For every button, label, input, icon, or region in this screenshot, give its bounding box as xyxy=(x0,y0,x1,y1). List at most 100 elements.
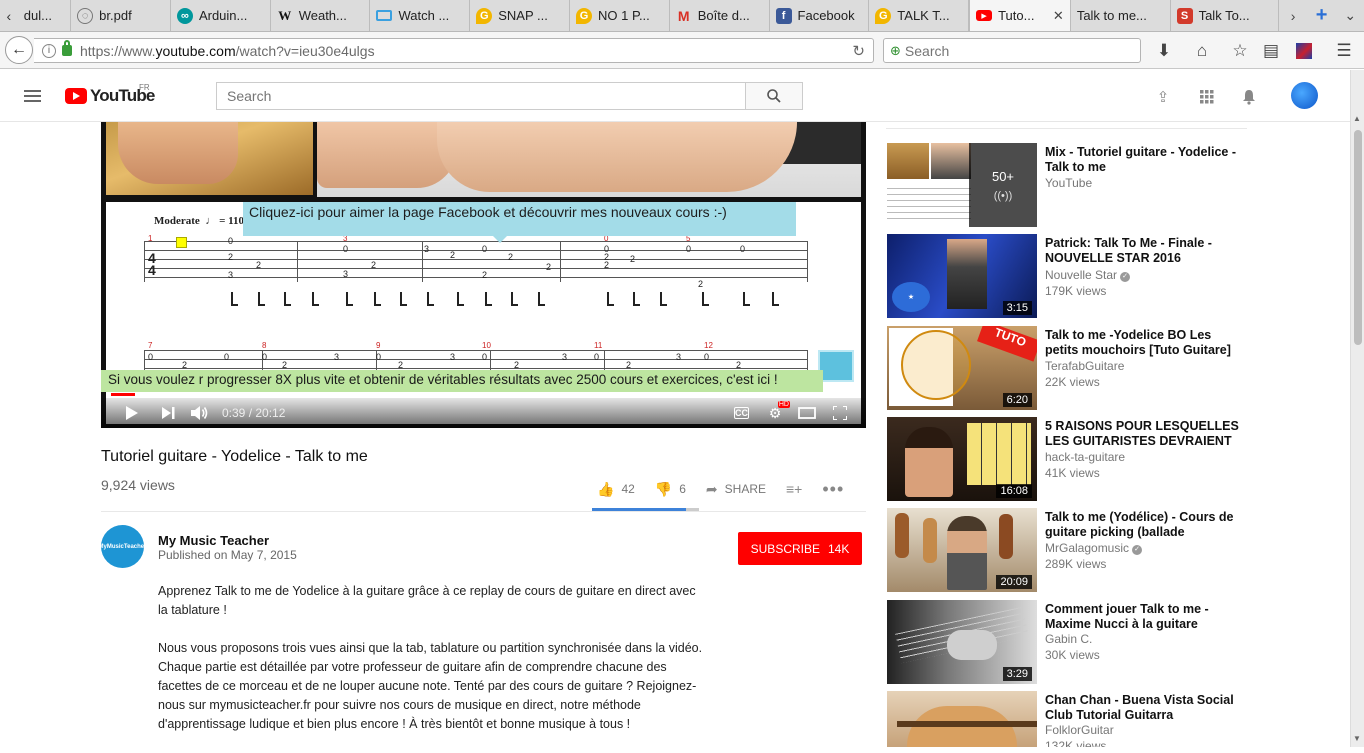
recommendation-thumbnail[interactable]: 16:08 xyxy=(887,417,1037,501)
tab-scroll-right-icon[interactable]: › xyxy=(1279,0,1307,31)
recommendation-channel[interactable]: Nouvelle Star ✓ xyxy=(1045,268,1131,282)
pdf-icon: ◌ xyxy=(77,7,94,24)
video-player[interactable]: Moderate ♩ = 110 44 1 0 2 3 2 30 3 2 3 2… xyxy=(101,122,866,428)
notifications-bell-icon[interactable] xyxy=(1239,87,1259,107)
play-button[interactable] xyxy=(123,403,141,423)
recommendation-item[interactable]: 50+ ((•)) Mix - Tutoriel guitare - Yodel… xyxy=(887,143,1247,227)
recommendation-item[interactable]: TUTO 6:20 Talk to me -Yodelice BO Les pe… xyxy=(887,326,1247,410)
fullscreen-button[interactable] xyxy=(830,403,850,423)
arduino-icon: ∞ xyxy=(176,7,193,24)
list-tabs-icon[interactable]: ⌄ xyxy=(1336,0,1364,31)
mix-overlay: 50+ ((•)) xyxy=(969,143,1037,227)
captions-button[interactable]: CC xyxy=(734,407,749,419)
menu-icon[interactable]: ☰ xyxy=(1333,40,1355,62)
recommendation-thumbnail[interactable]: 50+ ((•)) xyxy=(887,143,1037,227)
download-icon[interactable]: ⬇ xyxy=(1153,40,1175,62)
guide-menu-icon[interactable] xyxy=(24,90,41,105)
recommendation-channel[interactable]: FolklorGuitar xyxy=(1045,723,1114,737)
settings-button[interactable]: ⚙ HD xyxy=(766,401,790,423)
browser-tab[interactable]: ◌ br.pdf xyxy=(71,0,171,31)
channel-name[interactable]: My Music Teacher xyxy=(158,533,269,548)
recommendation-thumbnail[interactable]: 20:09 xyxy=(887,508,1037,592)
browser-tab[interactable]: G NO 1 P... xyxy=(570,0,670,31)
youtube-search-input[interactable] xyxy=(227,88,727,104)
bookmark-star-icon[interactable]: ☆ xyxy=(1229,40,1251,62)
recommendation-channel[interactable]: Gabin C. xyxy=(1045,632,1092,646)
reload-icon[interactable]: ↻ xyxy=(852,42,865,60)
browser-tab[interactable]: Watch ... xyxy=(370,0,471,31)
browser-nav-bar: ← i https://www.youtube.com/watch?v=ieu3… xyxy=(0,32,1364,69)
dislike-button[interactable]: 👎 6 xyxy=(655,481,686,498)
more-actions-button[interactable]: ••• xyxy=(822,479,851,500)
browser-search-bar[interactable]: ⊕ xyxy=(883,38,1141,63)
recommendation-item[interactable]: Chan Chan - Buena Vista Social Club Tuto… xyxy=(887,691,1247,747)
recommendation-channel[interactable]: MrGalagomusic ✓ xyxy=(1045,541,1143,555)
channel-watermark-logo[interactable] xyxy=(818,350,854,382)
browser-tab[interactable]: ∞ Arduin... xyxy=(171,0,271,31)
browser-tab[interactable]: M Boîte d... xyxy=(670,0,770,31)
recommendation-item[interactable]: 16:08 5 RAISONS POUR LESQUELLES LES GUIT… xyxy=(887,417,1247,501)
close-tab-icon[interactable]: ✕ xyxy=(1053,8,1064,24)
search-engine-icon[interactable]: ⊕ xyxy=(890,43,901,59)
recommendation-item[interactable]: 3:29 Comment jouer Talk to me - Maxime N… xyxy=(887,600,1247,684)
recommendation-title[interactable]: 5 RAISONS POUR LESQUELLES LES GUITARISTE… xyxy=(1045,419,1245,449)
recommendation-channel[interactable]: YouTube xyxy=(1045,176,1092,190)
account-avatar[interactable] xyxy=(1291,82,1318,109)
browser-tab[interactable]: f Facebook xyxy=(770,0,870,31)
channel-avatar[interactable]: MyMusicTeacher xyxy=(99,525,146,568)
recommendation-channel[interactable]: TerafabGuitare xyxy=(1045,359,1124,373)
browser-tab[interactable]: G SNAP ... xyxy=(470,0,570,31)
browser-tab[interactable]: W Weath... xyxy=(271,0,371,31)
info-icon[interactable]: i xyxy=(42,43,56,58)
recommendation-thumbnail[interactable]: TUTO 6:20 xyxy=(887,326,1037,410)
facebook-annotation[interactable]: Cliquez-ici pour aimer la page Facebook … xyxy=(243,202,796,243)
scroll-down-icon[interactable]: ▼ xyxy=(1353,734,1361,743)
page-scrollbar[interactable]: ▲ ▼ xyxy=(1350,70,1364,747)
youtube-search-box[interactable] xyxy=(216,82,746,110)
reader-list-icon[interactable]: ▤ xyxy=(1260,40,1282,62)
scrollbar-thumb[interactable] xyxy=(1354,130,1362,345)
recommendation-thumbnail[interactable] xyxy=(887,691,1037,747)
upload-icon[interactable]: ⇪ xyxy=(1153,87,1173,107)
home-icon[interactable]: ⌂ xyxy=(1191,40,1213,62)
recommendation-title[interactable]: Talk to me (Yodélice) - Cours de guitare… xyxy=(1045,510,1245,540)
video-progress-bar[interactable] xyxy=(111,393,856,396)
add-to-playlist-button[interactable]: ≡+ xyxy=(786,481,802,497)
browser-tab[interactable]: Talk to me... xyxy=(1071,0,1171,31)
browser-tab[interactable]: S Talk To... xyxy=(1171,0,1280,31)
browser-tab[interactable]: G TALK T... xyxy=(869,0,970,31)
verified-check-icon: ✓ xyxy=(1120,272,1131,282)
recommendation-title[interactable]: Chan Chan - Buena Vista Social Club Tuto… xyxy=(1045,693,1245,723)
browser-search-input[interactable] xyxy=(904,42,1125,59)
recommendation-item[interactable]: 20:09 Talk to me (Yodélice) - Cours de g… xyxy=(887,508,1247,592)
scroll-up-icon[interactable]: ▲ xyxy=(1353,114,1361,123)
youtube-logo[interactable]: YouTube FR xyxy=(65,83,155,106)
extension-icon[interactable] xyxy=(1293,40,1315,62)
like-button[interactable]: 👍 42 xyxy=(597,481,635,498)
recommendation-channel[interactable]: hack-ta-guitare xyxy=(1045,450,1125,464)
lock-icon[interactable] xyxy=(62,40,72,56)
recommendation-item[interactable]: ★ 3:15 Patrick: Talk To Me - Finale - NO… xyxy=(887,234,1247,318)
recommendation-thumbnail[interactable]: 3:29 xyxy=(887,600,1037,684)
volume-button[interactable] xyxy=(190,403,210,423)
youtube-search-button[interactable] xyxy=(745,82,803,110)
hd-badge: HD xyxy=(777,401,790,408)
apps-grid-icon[interactable] xyxy=(1197,87,1217,107)
recommendation-thumbnail[interactable]: ★ 3:15 xyxy=(887,234,1037,318)
subscribe-button[interactable]: SUBSCRIBE 14K xyxy=(738,532,862,565)
recommendation-title[interactable]: Patrick: Talk To Me - Finale - NOUVELLE … xyxy=(1045,236,1245,266)
recommendation-title[interactable]: Talk to me -Yodelice BO Les petits mouch… xyxy=(1045,328,1245,358)
browser-tab-active[interactable]: ▶ Tuto... ✕ xyxy=(969,0,1071,31)
course-annotation[interactable]: Si vous voulez r progresser 8X plus vite… xyxy=(101,370,823,392)
recommendation-title[interactable]: Mix - Tutoriel guitare - Yodelice - Talk… xyxy=(1045,145,1245,175)
tab-scroll-left-icon[interactable]: ‹ xyxy=(0,0,18,31)
back-button[interactable]: ← xyxy=(5,36,33,64)
description-paragraph: Nous vous proposons trois vues ainsi que… xyxy=(158,641,703,731)
share-button[interactable]: ➦ SHARE xyxy=(706,481,766,498)
browser-tab[interactable]: dul... xyxy=(18,0,72,31)
recommendation-title[interactable]: Comment jouer Talk to me - Maxime Nucci … xyxy=(1045,602,1245,632)
next-button[interactable] xyxy=(159,403,177,423)
url-bar[interactable]: i https://www.youtube.com/watch?v=ieu30e… xyxy=(34,38,874,63)
theater-mode-button[interactable] xyxy=(797,403,817,423)
new-tab-icon[interactable]: + xyxy=(1307,0,1337,31)
